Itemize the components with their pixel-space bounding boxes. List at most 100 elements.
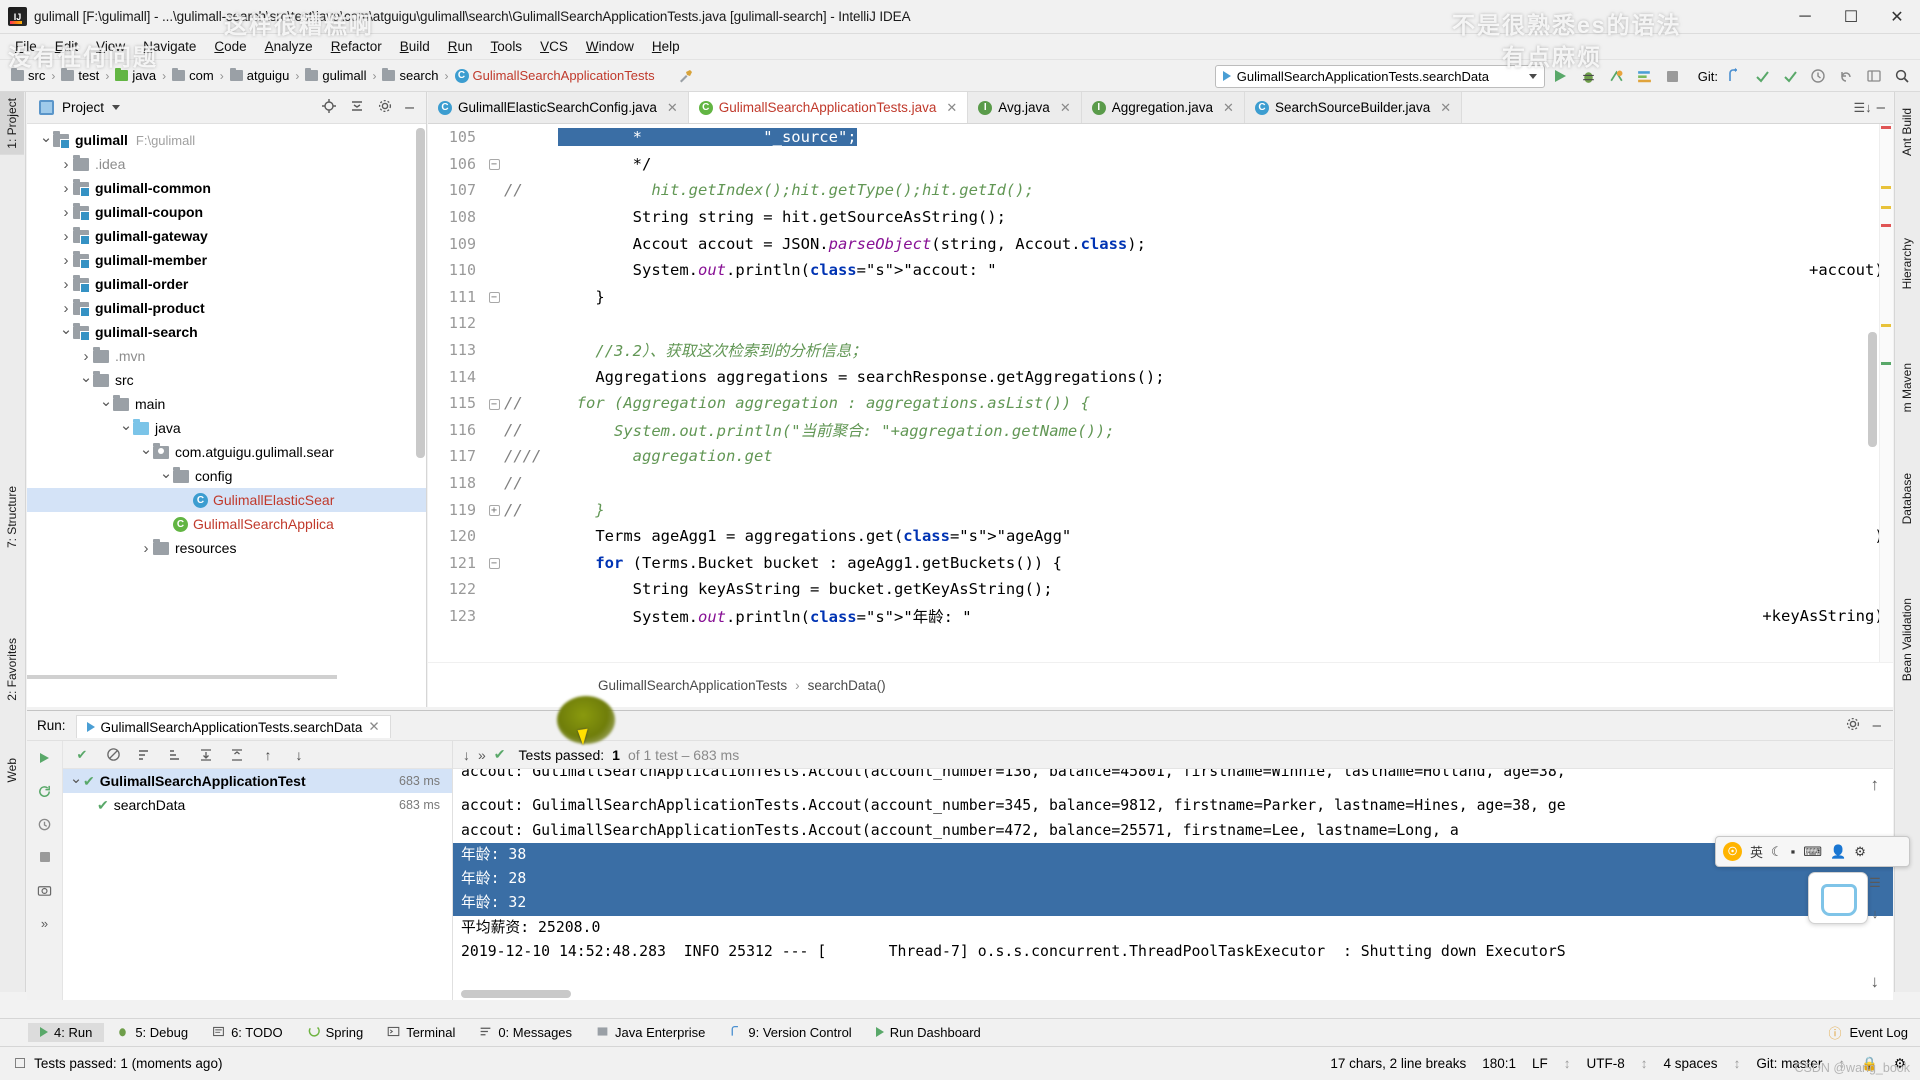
code-line[interactable]: 108 String string = hit.getSourceAsStrin… <box>428 204 1893 231</box>
locate-icon[interactable] <box>321 98 337 117</box>
ime-side-controls[interactable]: ☰ ↓ <box>1862 868 1888 928</box>
status-indent[interactable]: 4 spaces <box>1664 1056 1718 1071</box>
code-line[interactable]: 123 System.out.println(class="s">"年龄: " +… <box>428 603 1893 630</box>
chevron-down-icon[interactable] <box>59 323 73 341</box>
close-icon[interactable]: ✕ <box>1223 100 1234 116</box>
console-scroll-up-icon[interactable]: ↑ <box>1871 775 1880 795</box>
more-button[interactable]: » <box>34 912 56 934</box>
tool-window-button-6--todo[interactable]: 6: TODO <box>200 1023 295 1043</box>
tree-item-gulimall-gateway[interactable]: gulimall-gateway <box>27 224 426 248</box>
tree-item-gulimall-common[interactable]: gulimall-common <box>27 176 426 200</box>
ime-language-label[interactable]: 英 <box>1750 842 1763 861</box>
collapse-all-icon[interactable] <box>349 98 365 117</box>
show-passed-icon[interactable]: ✔ <box>71 744 93 766</box>
chevron-down-icon[interactable] <box>99 395 113 413</box>
chevron-right-icon[interactable] <box>59 252 73 269</box>
stop-button[interactable] <box>34 846 56 868</box>
scroll-down-icon[interactable]: ↓ <box>463 747 470 763</box>
test-row[interactable]: ✔ searchData 683 ms <box>63 793 452 817</box>
status-line-separator[interactable]: LF <box>1532 1056 1548 1071</box>
keyboard-icon[interactable]: ⌨ <box>1803 844 1822 860</box>
tool-window-button-spring[interactable]: Spring <box>295 1023 376 1043</box>
tree-item-gulimall-search[interactable]: gulimall-search <box>27 320 426 344</box>
chevron-down-icon[interactable] <box>112 105 121 110</box>
ime-logo-icon[interactable]: ☉ <box>1723 842 1742 861</box>
fold-collapse-icon[interactable]: − <box>488 558 500 570</box>
tree-item-java[interactable]: java <box>27 416 426 440</box>
chevron-down-icon[interactable] <box>79 371 93 389</box>
console-horizontal-scrollbar[interactable] <box>461 990 571 998</box>
code-line[interactable]: 117 //// aggregation.get <box>428 443 1893 470</box>
git-history-icon[interactable] <box>1805 64 1830 89</box>
sidebar-item-maven[interactable]: m Maven <box>1895 357 1919 418</box>
sort-alphabetically-icon[interactable] <box>133 744 155 766</box>
code-line[interactable]: 118 // <box>428 470 1893 497</box>
menu-item-view[interactable]: View <box>87 37 134 56</box>
sidebar-item-project[interactable]: 1: Project <box>0 92 24 155</box>
console-output[interactable]: accout: GulimallSearchApplicationTests.A… <box>453 769 1893 1000</box>
breadcrumb-gulimall[interactable]: gulimall <box>300 67 371 84</box>
screenshot-button[interactable] <box>34 879 56 901</box>
breadcrumb-com[interactable]: com <box>167 67 219 84</box>
gear-icon[interactable] <box>377 98 393 117</box>
menu-item-file[interactable]: File <box>6 37 46 56</box>
breadcrumb-gulimallsearchapplicationtests[interactable]: C GulimallSearchApplicationTests <box>450 67 660 84</box>
tree-item--idea[interactable]: .idea <box>27 152 426 176</box>
chevron-right-icon[interactable] <box>59 156 73 173</box>
editor-tab-searchsourcebuilder-java[interactable]: C SearchSourceBuilder.java ✕ <box>1244 92 1463 123</box>
expand-all-icon[interactable] <box>195 744 217 766</box>
hide-icon[interactable]: – <box>405 99 414 117</box>
status-encoding[interactable]: UTF-8 <box>1587 1056 1625 1071</box>
tree-item-src[interactable]: src <box>27 368 426 392</box>
menu-item-tools[interactable]: Tools <box>482 37 532 56</box>
tool-window-button-0--messages[interactable]: 0: Messages <box>467 1023 584 1043</box>
menu-item-navigate[interactable]: Navigate <box>134 37 205 56</box>
chevron-right-icon[interactable] <box>59 180 73 197</box>
run-button[interactable] <box>1548 64 1573 89</box>
rerun-button[interactable] <box>34 747 56 769</box>
code-line[interactable]: 114 Aggregations aggregations = searchRe… <box>428 363 1893 390</box>
chevron-right-icon[interactable] <box>79 348 93 365</box>
code-line[interactable]: 105 * "_source"; <box>428 124 1893 151</box>
breadcrumb-test[interactable]: test <box>56 67 104 84</box>
ime-expand-icon[interactable]: ☰ <box>1869 875 1881 891</box>
profiler-button[interactable] <box>1632 64 1657 89</box>
tree-item-resources[interactable]: resources <box>27 536 426 560</box>
tree-item-gulimall-coupon[interactable]: gulimall-coupon <box>27 200 426 224</box>
next-failed-icon[interactable]: ↓ <box>288 744 310 766</box>
hide-icon[interactable]: – <box>1873 717 1881 734</box>
menu-item-window[interactable]: Window <box>577 37 643 56</box>
breadcrumb-src[interactable]: src <box>6 67 50 84</box>
show-ignored-icon[interactable] <box>102 744 124 766</box>
tree-item-gulimallsearchapplica[interactable]: C GulimallSearchApplica <box>27 512 426 536</box>
git-commit-icon[interactable] <box>1777 64 1802 89</box>
fold-collapse-icon[interactable]: − <box>488 159 500 171</box>
tree-item-gulimall[interactable]: gulimall F:\gulimall <box>27 128 426 152</box>
fold-expand-icon[interactable]: + <box>488 505 500 517</box>
editor-tab-gulimallelasticsearchconfig-java[interactable]: C GulimallElasticSearchConfig.java ✕ <box>428 92 689 123</box>
run-with-coverage-button[interactable] <box>1604 64 1629 89</box>
close-button[interactable]: ✕ <box>1874 0 1920 34</box>
toggle-auto-test-button[interactable] <box>34 813 56 835</box>
tree-item-gulimall-order[interactable]: gulimall-order <box>27 272 426 296</box>
code-line[interactable]: 110 System.out.println(class="s">"accout… <box>428 257 1893 284</box>
editor-tab-avg-java[interactable]: I Avg.java ✕ <box>968 92 1082 123</box>
run-configuration-selector[interactable]: GulimallSearchApplicationTests.searchDat… <box>1214 64 1545 88</box>
panel-splitter[interactable] <box>27 675 337 679</box>
event-log-label[interactable]: Event Log <box>1849 1025 1908 1040</box>
console-pane[interactable]: ↓ » ✔ Tests passed: 1 of 1 test – 683 ms… <box>453 741 1893 1000</box>
git-update-icon[interactable] <box>1749 64 1774 89</box>
code-line[interactable]: 115−// for (Aggregation aggregation : ag… <box>428 390 1893 417</box>
chevron-right-icon[interactable] <box>59 300 73 317</box>
tools-icon[interactable]: ⚙ <box>1854 844 1866 860</box>
menu-item-edit[interactable]: Edit <box>46 37 87 56</box>
tool-window-button-5--debug[interactable]: 5: Debug <box>104 1023 200 1043</box>
chevron-right-icon[interactable] <box>59 228 73 245</box>
sort-by-duration-icon[interactable] <box>164 744 186 766</box>
menu-item-refactor[interactable]: Refactor <box>322 37 391 56</box>
collapse-all-icon[interactable] <box>226 744 248 766</box>
status-caret-position[interactable]: 180:1 <box>1482 1056 1516 1071</box>
menu-item-build[interactable]: Build <box>391 37 439 56</box>
tabs-list-icon[interactable]: ☰↓ <box>1854 100 1872 116</box>
tool-window-button-terminal[interactable]: Terminal <box>375 1023 467 1043</box>
